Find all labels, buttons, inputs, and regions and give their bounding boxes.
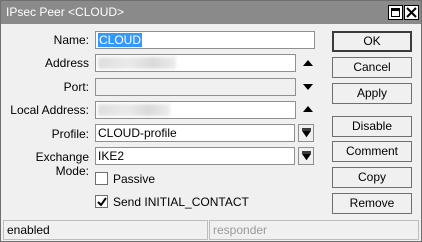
- profile-value: CLOUD-profile: [98, 126, 177, 140]
- collapse-up-icon[interactable]: [303, 59, 313, 67]
- profile-dropdown-button[interactable]: [298, 124, 314, 142]
- comment-button[interactable]: Comment: [332, 141, 412, 162]
- send-initial-contact-checkbox[interactable]: [95, 195, 108, 208]
- titlebar[interactable]: IPsec Peer <CLOUD>: [1, 1, 421, 24]
- copy-button[interactable]: Copy: [332, 167, 412, 188]
- ok-button[interactable]: OK: [332, 31, 412, 52]
- local-address-label: Local Address:: [10, 103, 89, 117]
- exchange-mode-select[interactable]: IKE2: [95, 147, 295, 165]
- address-field[interactable]: [95, 54, 296, 72]
- exchange-mode-dropdown-button[interactable]: [298, 147, 314, 165]
- status-right: responder: [209, 220, 419, 240]
- send-initial-contact-label: Send INITIAL_CONTACT: [113, 195, 249, 209]
- port-field[interactable]: [95, 78, 296, 96]
- port-label: Port:: [63, 80, 89, 94]
- name-value: CLOUD: [98, 33, 143, 47]
- checkmark-icon: [97, 197, 107, 207]
- close-icon[interactable]: [404, 5, 419, 20]
- local-address-value: [98, 104, 170, 116]
- name-label: Name:: [53, 33, 89, 47]
- address-value: [98, 57, 176, 69]
- ipsec-peer-window: IPsec Peer <CLOUD> Name: CLOUD Address P…: [0, 0, 422, 242]
- exchange-mode-value: IKE2: [98, 149, 125, 163]
- dropdown-arrow-icon: [302, 128, 311, 138]
- profile-label: Profile:: [51, 127, 89, 141]
- collapse-up-icon[interactable]: [303, 105, 313, 113]
- profile-select[interactable]: CLOUD-profile: [95, 124, 295, 142]
- maximize-icon[interactable]: [388, 5, 403, 20]
- cancel-button[interactable]: Cancel: [332, 57, 412, 78]
- disable-button[interactable]: Disable: [332, 116, 412, 137]
- apply-button[interactable]: Apply: [332, 83, 412, 104]
- name-field[interactable]: CLOUD: [95, 31, 315, 49]
- dropdown-arrow-icon: [302, 151, 311, 161]
- passive-label: Passive: [113, 172, 156, 186]
- window-title: IPsec Peer <CLOUD>: [6, 5, 125, 19]
- remove-button[interactable]: Remove: [332, 193, 412, 214]
- exchange-mode-label: Exchange Mode:: [35, 150, 89, 178]
- passive-checkbox[interactable]: [95, 172, 108, 185]
- address-label: Address: [44, 56, 89, 70]
- expand-down-icon[interactable]: [303, 83, 313, 91]
- local-address-field[interactable]: [95, 101, 296, 119]
- status-left: enabled: [3, 220, 208, 240]
